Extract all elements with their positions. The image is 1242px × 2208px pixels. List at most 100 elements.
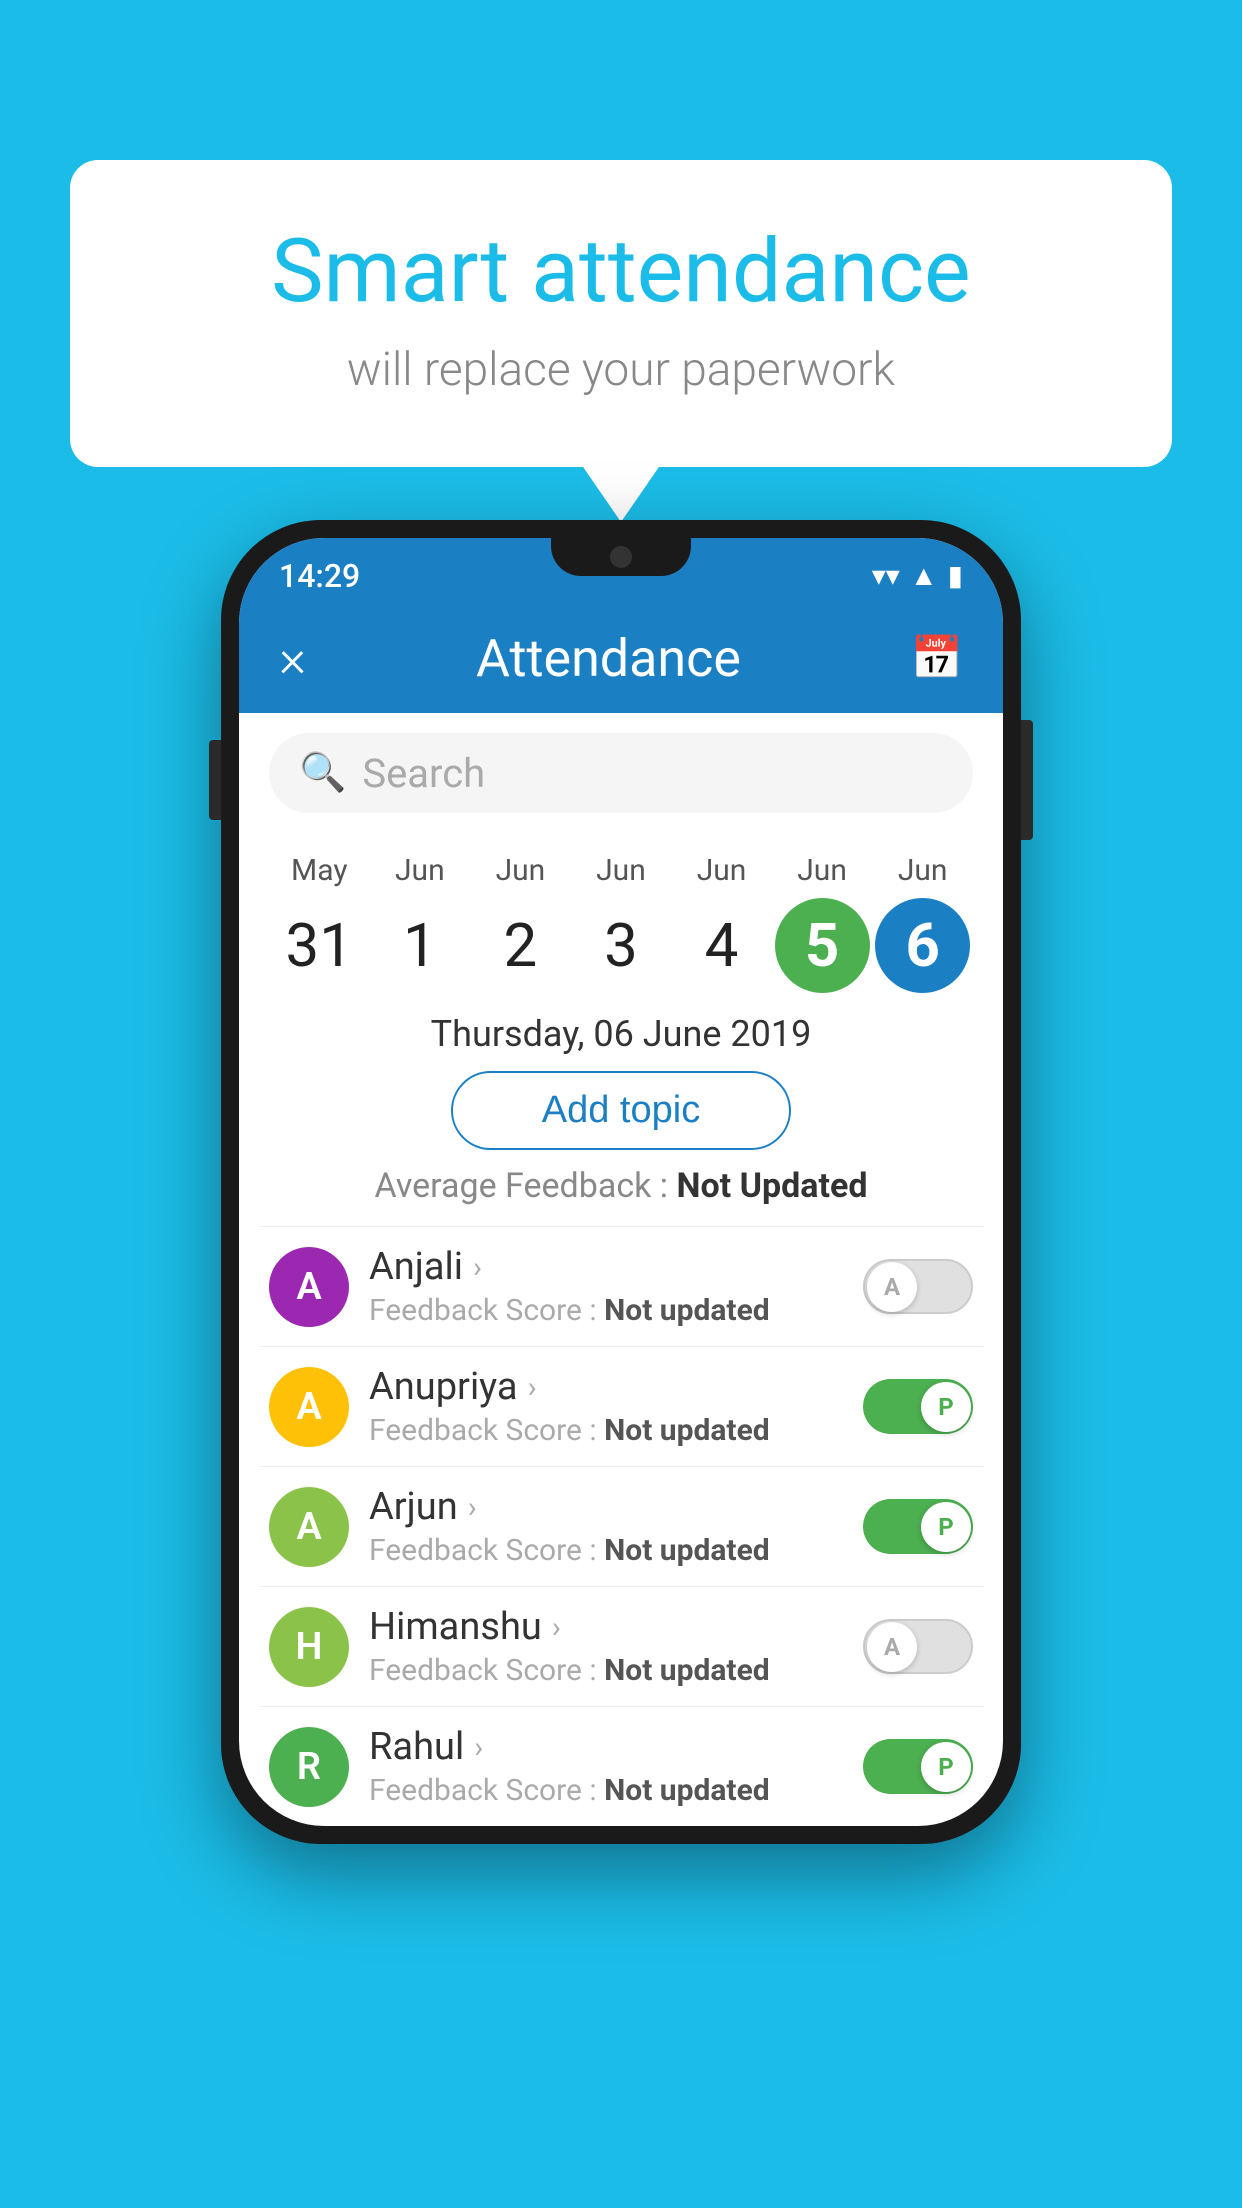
date-num-3[interactable]: 3 (573, 898, 668, 993)
date-col-5[interactable]: Jun 5 (772, 853, 872, 993)
avg-feedback-value: Not Updated (676, 1166, 867, 1206)
attendance-toggle-4[interactable]: P (863, 1739, 973, 1794)
phone-notch (551, 538, 691, 576)
student-avatar-2: A (269, 1487, 349, 1567)
selected-date-label: Thursday, 06 June 2019 (239, 1013, 1003, 1055)
date-month-2: Jun (496, 853, 546, 888)
feedback-value-1: Not updated (604, 1413, 770, 1448)
phone-outer: 14:29 ▾▾ ▲ ▮ × Attendance 📅 🔍 Search May… (221, 520, 1021, 1844)
feedback-score-0: Feedback Score : Not updated (369, 1293, 863, 1328)
date-month-5: Jun (797, 853, 847, 888)
student-row-2[interactable]: A Arjun › Feedback Score : Not updated P (259, 1466, 983, 1586)
chevron-icon-2: › (468, 1490, 477, 1525)
student-name-text-2: Arjun (369, 1485, 458, 1529)
date-month-6: Jun (898, 853, 948, 888)
student-avatar-4: R (269, 1727, 349, 1807)
attendance-toggle-2[interactable]: P (863, 1499, 973, 1554)
feedback-label-4: Feedback Score : (369, 1773, 604, 1808)
feedback-score-1: Feedback Score : Not updated (369, 1413, 863, 1448)
date-col-4[interactable]: Jun 4 (672, 853, 772, 993)
date-num-2[interactable]: 2 (473, 898, 568, 993)
student-name-text-4: Rahul (369, 1725, 464, 1769)
date-col-1[interactable]: Jun 1 (370, 853, 470, 993)
student-row-4[interactable]: RRahul›Feedback Score : Not updatedP (259, 1706, 983, 1826)
student-name-0: Anjali › (369, 1245, 863, 1289)
chevron-icon-4: › (474, 1730, 483, 1765)
avg-feedback: Average Feedback : Not Updated (239, 1166, 1003, 1206)
date-col-2[interactable]: Jun 2 (470, 853, 570, 993)
chevron-icon-0: › (473, 1250, 482, 1285)
chevron-icon-3: › (552, 1610, 561, 1645)
status-time: 14:29 (279, 557, 360, 595)
feedback-score-2: Feedback Score : Not updated (369, 1533, 863, 1568)
student-name-text-1: Anupriya (369, 1365, 518, 1409)
toggle-knob-3: A (867, 1622, 917, 1672)
feedback-value-3: Not updated (604, 1653, 770, 1688)
app-title: Attendance (476, 628, 741, 689)
volume-button (209, 740, 221, 820)
wifi-icon: ▾▾ (872, 559, 900, 592)
date-num-5[interactable]: 5 (775, 898, 870, 993)
signal-icon: ▲ (910, 559, 938, 592)
student-row-1[interactable]: AAnupriya›Feedback Score : Not updated P (259, 1346, 983, 1466)
date-num-0[interactable]: 31 (272, 898, 367, 993)
feedback-score-3: Feedback Score : Not updated (369, 1653, 863, 1688)
attendance-toggle-0[interactable]: A (863, 1259, 973, 1314)
feedback-value-2: Not updated (604, 1533, 770, 1568)
date-col-3[interactable]: Jun 3 (571, 853, 671, 993)
avg-feedback-label: Average Feedback : (375, 1166, 677, 1206)
attendance-toggle-3[interactable]: A (863, 1619, 973, 1674)
student-list: AAnjali›Feedback Score : Not updatedAAAn… (239, 1226, 1003, 1826)
student-info-3: Himanshu› Feedback Score : Not updated (369, 1605, 863, 1688)
feedback-value-0: Not updated (604, 1293, 770, 1328)
student-info-4: Rahul › Feedback Score : Not updated (369, 1725, 863, 1808)
front-camera (610, 546, 632, 568)
speech-bubble-subtitle: will replace your paperwork (150, 343, 1092, 397)
student-name-text-0: Anjali (369, 1245, 463, 1289)
speech-bubble-title: Smart attendance (150, 220, 1092, 323)
date-num-1[interactable]: 1 (372, 898, 467, 993)
student-info-0: Anjali › Feedback Score : Not updated (369, 1245, 863, 1328)
date-col-6[interactable]: Jun 6 (873, 853, 973, 993)
calendar-icon[interactable]: 📅 (911, 634, 963, 683)
search-bar[interactable]: 🔍 Search (269, 733, 973, 813)
student-info-2: Arjun › Feedback Score : Not updated (369, 1485, 863, 1568)
status-icons: ▾▾ ▲ ▮ (872, 559, 963, 592)
search-input[interactable]: Search (362, 750, 485, 797)
date-month-1: Jun (395, 853, 445, 888)
feedback-label-1: Feedback Score : (369, 1413, 604, 1448)
add-topic-button[interactable]: Add topic (451, 1071, 791, 1150)
feedback-label-2: Feedback Score : (369, 1533, 604, 1568)
student-name-2: Arjun › (369, 1485, 863, 1529)
student-row-0[interactable]: AAnjali›Feedback Score : Not updatedA (259, 1226, 983, 1346)
student-avatar-0: A (269, 1247, 349, 1327)
date-col-0[interactable]: May 31 (269, 853, 369, 993)
battery-icon: ▮ (948, 559, 963, 592)
date-month-0: May (291, 853, 347, 888)
app-header: × Attendance 📅 (239, 603, 1003, 713)
feedback-value-4: Not updated (604, 1773, 770, 1808)
date-month-3: Jun (596, 853, 646, 888)
phone-wrapper: 14:29 ▾▾ ▲ ▮ × Attendance 📅 🔍 Search May… (221, 520, 1021, 1844)
date-strip: May 31 Jun 1 Jun 2 Jun 3 Jun 4 Jun 5 Jun 6 (239, 833, 1003, 993)
toggle-knob-2: P (921, 1502, 971, 1552)
date-num-6[interactable]: 6 (875, 898, 970, 993)
speech-bubble: Smart attendance will replace your paper… (70, 160, 1172, 467)
power-button (1021, 720, 1033, 840)
feedback-score-4: Feedback Score : Not updated (369, 1773, 863, 1808)
student-avatar-3: H (269, 1607, 349, 1687)
toggle-knob-1: P (921, 1382, 971, 1432)
toggle-knob-0: A (867, 1262, 917, 1312)
student-row-3[interactable]: HHimanshu›Feedback Score : Not updatedA (259, 1586, 983, 1706)
phone-screen: 14:29 ▾▾ ▲ ▮ × Attendance 📅 🔍 Search May… (239, 538, 1003, 1826)
student-name-3: Himanshu› (369, 1605, 863, 1649)
date-num-4[interactable]: 4 (674, 898, 769, 993)
search-icon: 🔍 (299, 751, 346, 795)
date-month-4: Jun (697, 853, 747, 888)
close-button[interactable]: × (279, 628, 306, 689)
feedback-label-3: Feedback Score : (369, 1653, 604, 1688)
student-avatar-1: A (269, 1367, 349, 1447)
attendance-toggle-1[interactable]: P (863, 1379, 973, 1434)
student-info-1: Anupriya›Feedback Score : Not updated (369, 1365, 863, 1448)
feedback-label-0: Feedback Score : (369, 1293, 604, 1328)
